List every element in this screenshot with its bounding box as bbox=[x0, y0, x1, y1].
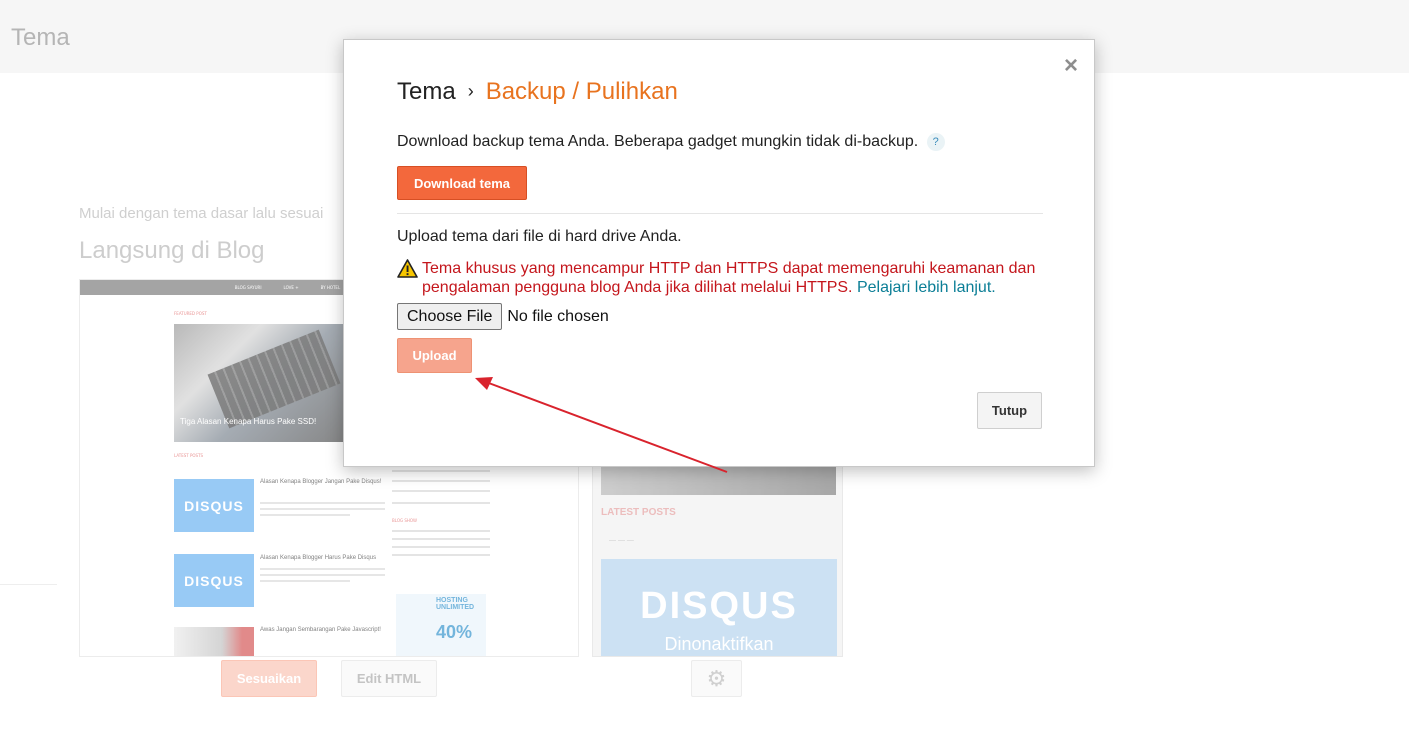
preview-sidebar-line bbox=[392, 554, 490, 556]
preview-sidebar-line bbox=[392, 470, 490, 472]
mobile-preview-tag: — — — bbox=[609, 537, 634, 544]
preview-post-excerpt bbox=[260, 580, 350, 582]
preview-sidebar-line bbox=[392, 538, 490, 540]
mobile-theme-preview[interactable]: LATEST POSTS — — — DISQUS Dinonaktifkan bbox=[592, 458, 843, 657]
mobile-preview-latest-label: LATEST POSTS bbox=[601, 507, 676, 518]
preview-post-excerpt bbox=[260, 574, 385, 576]
mobile-preview-disqus-logo: DISQUS bbox=[640, 585, 798, 627]
preview-post-excerpt bbox=[260, 568, 385, 570]
preview-post-thumb: DISQUS bbox=[174, 479, 254, 532]
preview-hosting-discount: 40% bbox=[436, 622, 473, 642]
preview-sidebar-line bbox=[392, 530, 490, 532]
preview-hosting-title: HOSTING UNLIMITED bbox=[436, 597, 475, 611]
preview-sidebar-line bbox=[392, 502, 490, 504]
preview-sidebar-line bbox=[392, 546, 490, 548]
preview-post-thumb-puzzle bbox=[174, 627, 254, 656]
download-theme-button[interactable]: Download tema bbox=[397, 166, 527, 200]
mobile-preview-disqus-sub: Dinonaktifkan bbox=[664, 634, 774, 654]
preview-hero-keyboard bbox=[207, 329, 341, 429]
page-subtitle: Mulai dengan tema dasar lalu sesuai bbox=[79, 205, 324, 222]
file-picker: Choose File No file chosen bbox=[397, 303, 609, 330]
dialog-divider bbox=[397, 213, 1043, 214]
preview-nav-item: BLOG SAYURI bbox=[234, 285, 262, 290]
preview-hosting-ad: HOSTING UNLIMITED 40% bbox=[396, 594, 486, 656]
breadcrumb-separator: › bbox=[467, 81, 474, 101]
download-description: Download backup tema Anda. Beberapa gadg… bbox=[397, 133, 945, 151]
close-dialog-button[interactable]: Tutup bbox=[977, 392, 1042, 429]
preview-post-title: Awas Jangan Sembarangan Pake Javascript! bbox=[260, 627, 381, 633]
upload-description: Upload tema dari file di hard drive Anda… bbox=[397, 228, 682, 245]
divider bbox=[0, 584, 57, 585]
preview-hero-image: Tiga Alasan Kenapa Harus Pake SSD! bbox=[174, 324, 349, 442]
preview-hero-caption: Tiga Alasan Kenapa Harus Pake SSD! bbox=[180, 417, 317, 426]
help-icon[interactable]: ? bbox=[926, 133, 945, 151]
breadcrumb-root: Tema bbox=[397, 78, 456, 105]
mobile-settings-button[interactable]: ⚙ bbox=[691, 660, 742, 697]
preview-sidebar-label: BLOG SHOW bbox=[392, 518, 417, 523]
preview-featured-label: FEATURED POST bbox=[174, 311, 207, 316]
file-status-text: No file chosen bbox=[507, 307, 609, 325]
backup-restore-dialog: × Tema › Backup / Pulihkan Download backup… bbox=[343, 39, 1095, 467]
close-icon[interactable]: × bbox=[1064, 54, 1078, 78]
preview-latest-label: LATEST POSTS bbox=[174, 453, 204, 458]
preview-nav-item: BY HOTEL bbox=[320, 285, 341, 290]
page-title: Tema bbox=[11, 24, 70, 51]
preview-post-excerpt bbox=[260, 514, 350, 516]
preview-sidebar-line bbox=[392, 480, 490, 482]
choose-file-button[interactable]: Choose File bbox=[397, 303, 503, 330]
section-heading-live: Langsung di Blog bbox=[79, 237, 265, 264]
preview-post-thumb: DISQUS bbox=[174, 554, 254, 607]
upload-button[interactable]: Upload bbox=[397, 338, 472, 373]
dialog-title: Backup / Pulihkan bbox=[485, 78, 678, 105]
mixed-content-warning: Tema khusus yang mencampur HTTP dan HTTP… bbox=[397, 259, 1047, 297]
preview-post-excerpt bbox=[260, 502, 385, 504]
preview-post-title: Alasan Kenapa Blogger Harus Pake Disqus bbox=[260, 555, 377, 561]
warning-text-wrap: Tema khusus yang mencampur HTTP dan HTTP… bbox=[397, 259, 1047, 297]
customize-button[interactable]: Sesuaikan bbox=[221, 660, 317, 697]
preview-post-excerpt bbox=[260, 508, 385, 510]
download-description-text: Download backup tema Anda. Beberapa gadg… bbox=[397, 133, 919, 150]
gear-icon: ⚙ bbox=[706, 665, 727, 691]
mobile-preview-disqus-block: DISQUS Dinonaktifkan bbox=[601, 559, 837, 656]
dialog-breadcrumb: Tema › Backup / Pulihkan bbox=[397, 78, 678, 106]
learn-more-link[interactable]: Pelajari lebih lanjut. bbox=[857, 279, 996, 296]
preview-post-title: Alasan Kenapa Blogger Jangan Pake Disqus… bbox=[260, 479, 382, 485]
preview-nav-item: LOVE + bbox=[283, 285, 299, 290]
edit-html-button[interactable]: Edit HTML bbox=[341, 660, 437, 697]
preview-sidebar-line bbox=[392, 490, 490, 492]
warning-icon bbox=[397, 259, 418, 278]
